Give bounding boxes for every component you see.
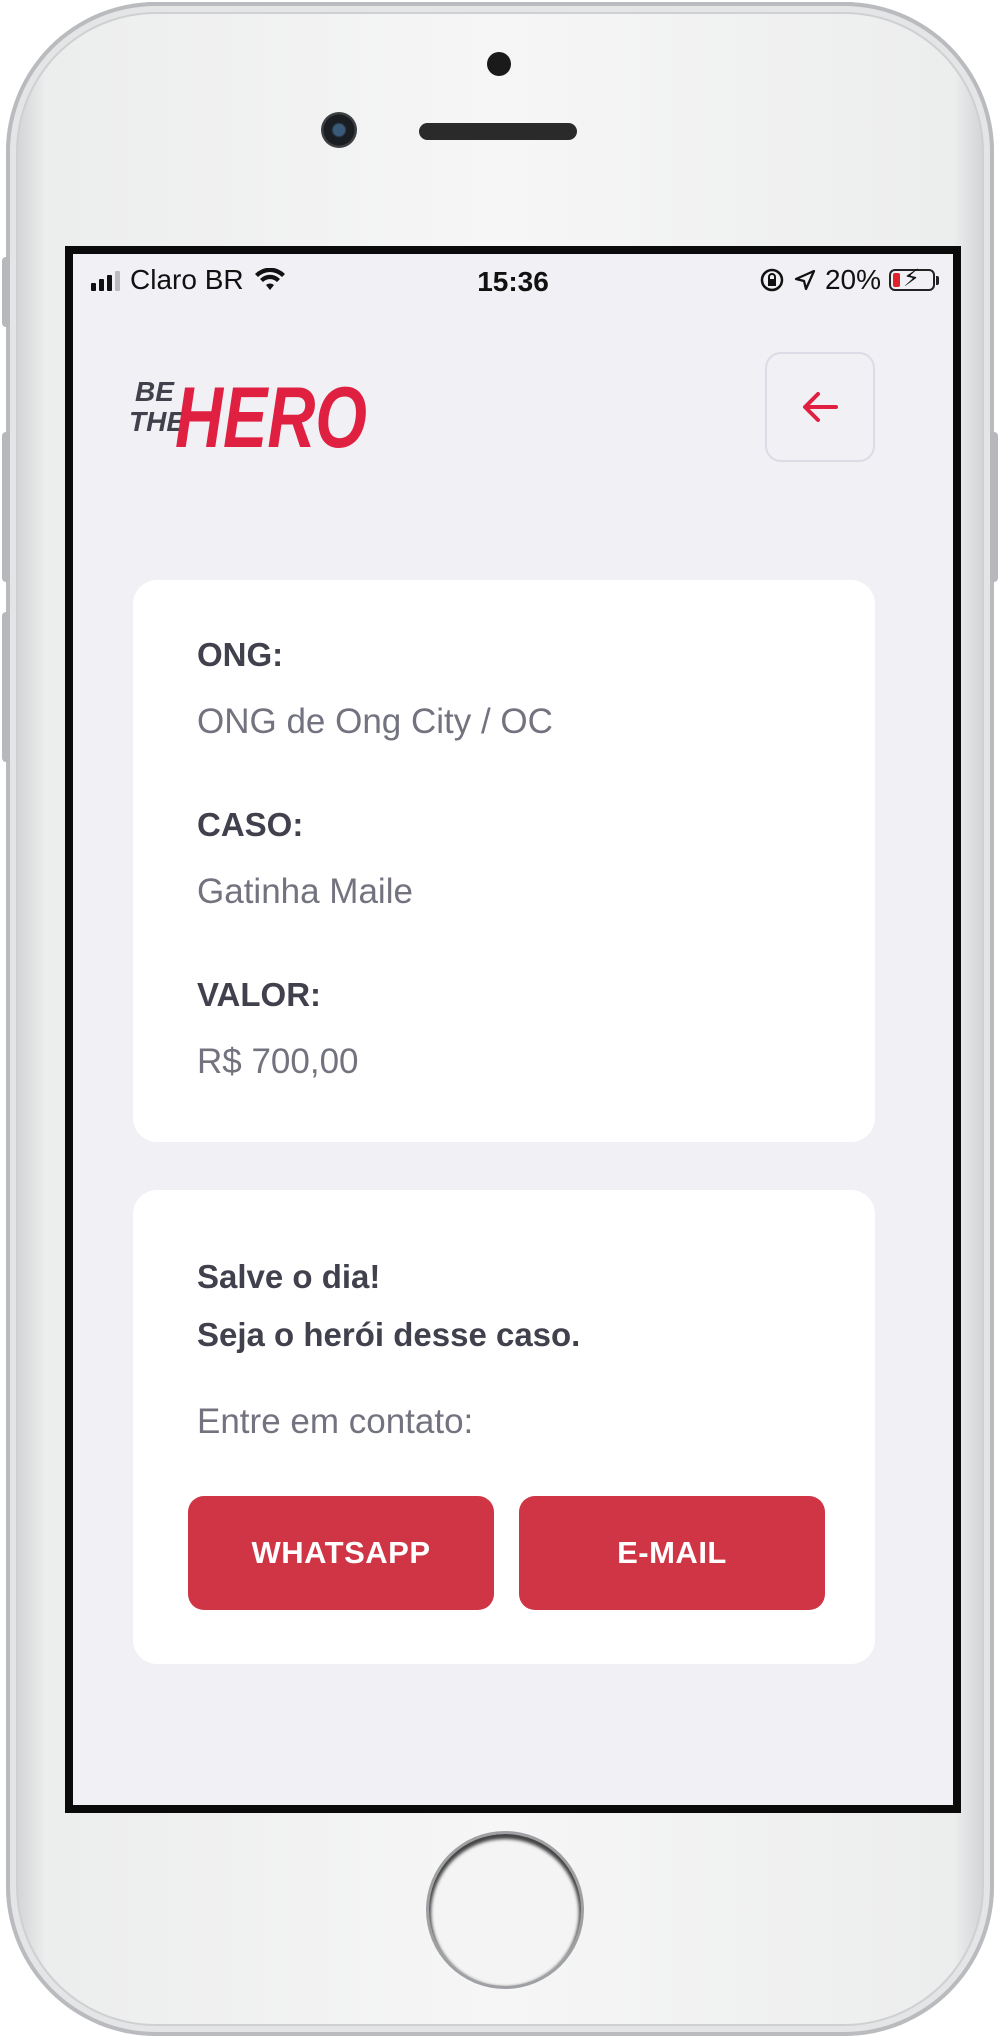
phone-frame: Claro BR 15:36 20% ⚡ BE THE HERO ONG: ON…	[2, 2, 998, 2036]
logo-be-text: BE	[135, 376, 175, 407]
volume-up-button	[2, 432, 10, 582]
status-right: 20% ⚡	[759, 264, 939, 296]
back-button[interactable]	[765, 352, 875, 462]
incident-card: ONG: ONG de Ong City / OC CASO: Gatinha …	[133, 580, 875, 1142]
case-label: CASO:	[197, 806, 304, 843]
contact-title-line2: Seja o herói desse caso.	[197, 1316, 581, 1353]
location-arrow-icon	[794, 269, 816, 291]
volume-down-button	[2, 612, 10, 762]
value-label: VALOR:	[197, 976, 322, 1013]
ong-value: ONG de Ong City / OC	[197, 702, 553, 741]
status-bar: Claro BR 15:36 20% ⚡	[73, 254, 953, 314]
contact-card: Salve o dia! Seja o herói desse caso. En…	[133, 1190, 875, 1664]
arrow-left-icon	[803, 392, 838, 422]
value-amount: R$ 700,00	[197, 1042, 359, 1081]
contact-title-line1: Salve o dia!	[197, 1258, 381, 1295]
contact-description: Entre em contato:	[197, 1402, 474, 1441]
battery-percent: 20%	[824, 264, 881, 295]
proximity-sensor	[487, 52, 511, 76]
logo-hero-text: HERO	[175, 370, 367, 459]
power-button	[990, 432, 998, 582]
case-value: Gatinha Maile	[197, 872, 413, 911]
earpiece-speaker	[419, 123, 577, 140]
mute-switch	[2, 257, 10, 327]
battery-tip	[936, 275, 939, 285]
be-the-hero-logo: BE THE HERO	[129, 370, 367, 459]
front-camera	[321, 112, 357, 148]
ong-label: ONG:	[197, 636, 284, 673]
whatsapp-button[interactable]: WHATSAPP	[188, 1496, 494, 1610]
email-button[interactable]: E-MAIL	[519, 1496, 825, 1610]
screen: Claro BR 15:36 20% ⚡ BE THE HERO ONG: ON…	[65, 246, 961, 1813]
battery-charging-icon: ⚡	[889, 267, 935, 291]
home-button[interactable]	[429, 1834, 581, 1986]
orientation-lock-icon	[760, 268, 784, 292]
